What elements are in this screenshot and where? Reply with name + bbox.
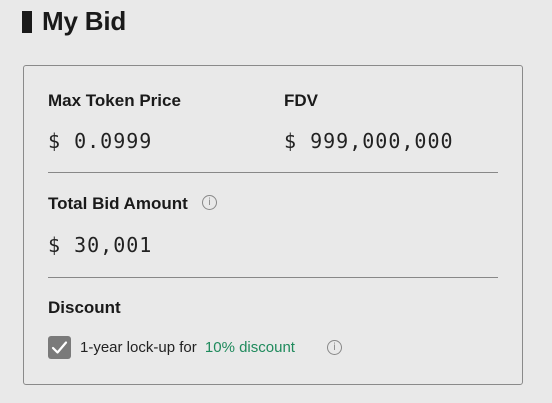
divider xyxy=(48,172,498,173)
info-icon[interactable]: i xyxy=(202,195,217,210)
lockup-checkbox[interactable] xyxy=(48,336,71,359)
fdv-label: FDV xyxy=(284,91,318,110)
page-header: My Bid xyxy=(22,6,126,37)
discount-percent: 10% discount xyxy=(204,339,295,356)
lockup-option: 1-year lock-up for 10% discount xyxy=(80,339,295,356)
total-bid-value: $ 30,001 xyxy=(48,233,153,257)
discount-label: Discount xyxy=(48,298,121,317)
info-icon[interactable]: i xyxy=(327,340,342,355)
total-bid-label: Total Bid Amount xyxy=(48,194,188,213)
lockup-text: 1-year lock-up for xyxy=(80,339,197,356)
fdv-value: $ 999,000,000 xyxy=(284,129,454,153)
page-title: My Bid xyxy=(42,6,127,36)
title-accent-bar xyxy=(22,10,32,33)
checkmark-icon xyxy=(51,341,68,354)
max-price-label: Max Token Price xyxy=(48,91,181,110)
divider xyxy=(48,277,498,278)
bid-card: Max Token Price $ 0.0999 FDV $ 999,000,0… xyxy=(23,65,523,385)
max-price-value: $ 0.0999 xyxy=(48,129,153,153)
